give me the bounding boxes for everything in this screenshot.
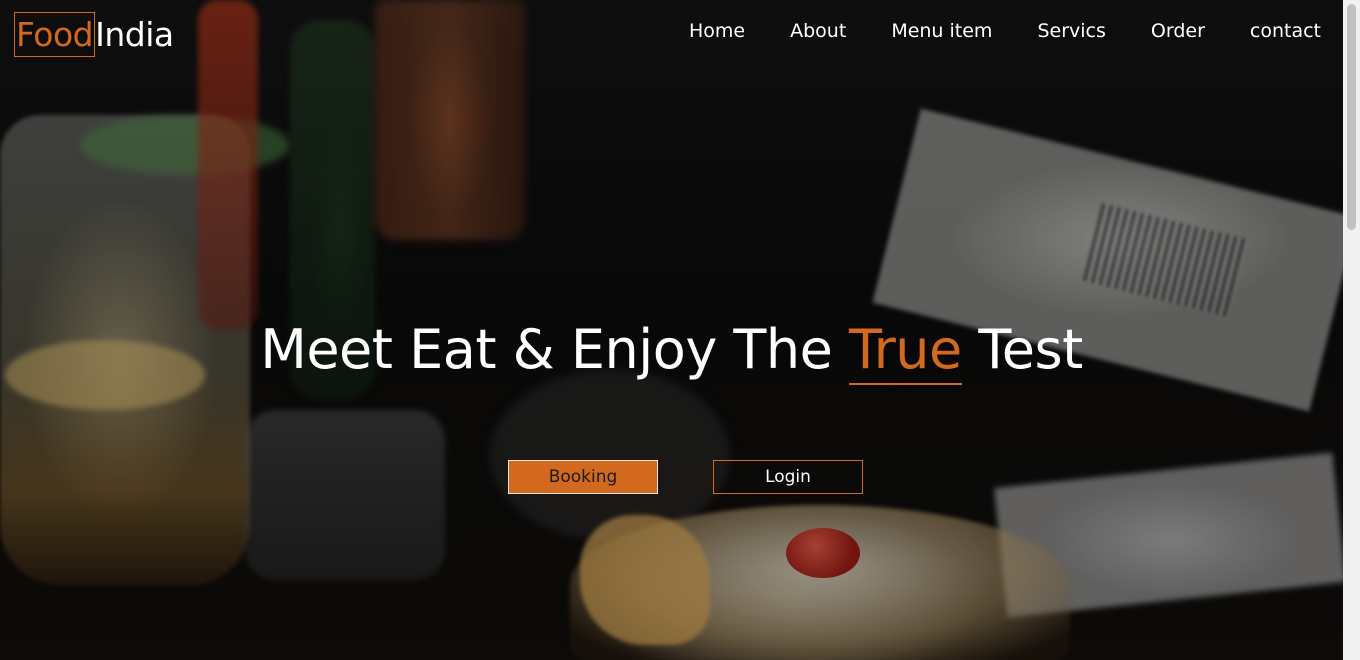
qr-code-image bbox=[1082, 203, 1248, 317]
logo-food-text: Food bbox=[14, 12, 96, 57]
headline-text-end: Test bbox=[961, 318, 1083, 381]
main-nav: Home About Menu item Servics Order conta… bbox=[644, 18, 1321, 44]
vertical-scrollbar[interactable] bbox=[1343, 0, 1360, 660]
copper-cup-image bbox=[375, 0, 525, 240]
cherry-tomato-image bbox=[786, 528, 860, 578]
nav-item-contact[interactable]: contact bbox=[1250, 18, 1321, 44]
nav-item-home[interactable]: Home bbox=[689, 18, 745, 44]
bowl-image bbox=[490, 370, 730, 540]
scrollbar-thumb[interactable] bbox=[1347, 4, 1356, 230]
page-viewport: Food India Home About Menu item Servics O… bbox=[0, 0, 1360, 660]
nav-item-menu-item[interactable]: Menu item bbox=[891, 18, 992, 44]
nav-item-about[interactable]: About bbox=[790, 18, 846, 44]
napkin-image bbox=[994, 452, 1343, 618]
logo-india-text: India bbox=[95, 15, 174, 54]
mint-garnish-image bbox=[80, 115, 290, 175]
headline-text-start: Meet Eat & Enjoy The bbox=[260, 318, 850, 381]
food-plate-image bbox=[570, 505, 1070, 660]
hero-headline: Meet Eat & Enjoy The True Test bbox=[0, 318, 1343, 385]
tin-container-image bbox=[245, 410, 445, 580]
fried-food-image bbox=[580, 515, 710, 645]
headline-accent-word: True bbox=[849, 318, 962, 385]
login-button[interactable]: Login bbox=[713, 460, 863, 494]
booking-button[interactable]: Booking bbox=[508, 460, 658, 494]
site-logo[interactable]: Food India bbox=[14, 12, 174, 57]
hero-section: Food India Home About Menu item Servics O… bbox=[0, 0, 1343, 660]
red-bottle-image bbox=[198, 0, 258, 330]
nav-item-order[interactable]: Order bbox=[1151, 18, 1205, 44]
nav-item-services[interactable]: Servics bbox=[1037, 18, 1105, 44]
